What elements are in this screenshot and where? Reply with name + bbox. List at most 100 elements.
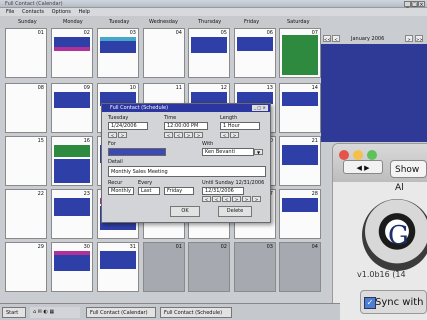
- day-cell[interactable]: 09: [51, 83, 93, 133]
- with-select[interactable]: Ken Bevanti: [202, 148, 254, 156]
- mini-next-year-button[interactable]: >>: [415, 35, 423, 42]
- detail-field[interactable]: Monthly Sales Meeting: [108, 166, 266, 177]
- menu-contacts[interactable]: Contacts: [22, 9, 44, 15]
- back-forward-button[interactable]: ◀ ▶: [343, 160, 383, 174]
- event-block[interactable]: [100, 41, 136, 53]
- day-cell[interactable]: 21: [279, 136, 321, 186]
- event-block[interactable]: [54, 37, 90, 47]
- day-number: 09: [83, 85, 90, 91]
- event-block[interactable]: [191, 37, 227, 53]
- event-block[interactable]: [282, 92, 318, 106]
- day-cell[interactable]: 29: [5, 242, 47, 292]
- quick-launch-icons[interactable]: ⌂ ✉ ◐ ▦: [30, 307, 80, 318]
- event-block[interactable]: [54, 255, 90, 271]
- day-cell[interactable]: 23: [51, 189, 93, 239]
- date-next-button[interactable]: >: [118, 132, 127, 138]
- day-cell[interactable]: 28: [279, 189, 321, 239]
- until-nav-5[interactable]: >: [242, 196, 251, 202]
- event-block[interactable]: [54, 92, 90, 108]
- day-cell[interactable]: 02: [188, 242, 230, 292]
- until-nav-3[interactable]: <: [222, 196, 231, 202]
- every-select[interactable]: Last: [138, 187, 160, 195]
- event-block[interactable]: [54, 145, 90, 157]
- day-cell[interactable]: 03: [234, 242, 276, 292]
- mini-next-button[interactable]: >: [405, 35, 413, 42]
- day-number: 03: [266, 244, 273, 250]
- date-field[interactable]: 1/24/2006: [108, 122, 148, 130]
- day-number: 22: [37, 191, 44, 197]
- day-header: Sunday Monday Tuesday Wednesday Thursday…: [0, 16, 320, 28]
- task-schedule-button[interactable]: Full Contact (Schedule): [160, 307, 232, 318]
- with-label: With: [202, 141, 214, 147]
- start-button[interactable]: Start: [2, 307, 26, 318]
- day-cell[interactable]: 31: [97, 242, 139, 292]
- ok-button[interactable]: OK: [170, 206, 200, 217]
- close-light-icon[interactable]: [339, 150, 349, 160]
- menu-options[interactable]: Options: [52, 9, 71, 15]
- day-cell[interactable]: 06: [234, 28, 276, 78]
- length-inc-button[interactable]: >: [230, 132, 239, 138]
- until-field[interactable]: 12/31/2006: [202, 187, 244, 195]
- maximize-button[interactable]: □: [411, 1, 418, 8]
- window-titlebar: Full Contact (Calendar) _ □ ×: [0, 0, 427, 8]
- day-cell[interactable]: 14: [279, 83, 321, 133]
- time-spin-3[interactable]: >: [184, 132, 193, 138]
- day-cell[interactable]: 02: [51, 28, 93, 78]
- day-cell[interactable]: 08: [5, 83, 47, 133]
- until-nav-6[interactable]: >: [252, 196, 261, 202]
- recur-select[interactable]: Monthly: [108, 187, 134, 195]
- dialog-window-buttons[interactable]: _ □ ×: [252, 105, 268, 111]
- until-nav-1[interactable]: <: [202, 196, 211, 202]
- day-cell[interactable]: 01: [5, 28, 47, 78]
- minimize-button[interactable]: _: [404, 1, 411, 8]
- day-cell[interactable]: 30: [51, 242, 93, 292]
- day-cell[interactable]: 03: [97, 28, 139, 78]
- mini-calendar[interactable]: [321, 34, 427, 142]
- length-dec-button[interactable]: <: [220, 132, 229, 138]
- day-cell[interactable]: 01: [143, 242, 185, 292]
- day-cell[interactable]: 04: [279, 242, 321, 292]
- day-cell[interactable]: 15: [5, 136, 47, 186]
- day-cell[interactable]: 22: [5, 189, 47, 239]
- day-select[interactable]: Friday: [164, 187, 194, 195]
- taskbar: Start ⌂ ✉ ◐ ▦ Full Contact (Calendar) Fu…: [0, 303, 340, 320]
- day-cell[interactable]: 16: [51, 136, 93, 186]
- day-cell[interactable]: 04: [143, 28, 185, 78]
- day-thursday: Thursday: [198, 19, 222, 25]
- time-spin-4[interactable]: >: [194, 132, 203, 138]
- date-prev-button[interactable]: <: [108, 132, 117, 138]
- event-block[interactable]: [54, 198, 90, 216]
- delete-button[interactable]: Delete: [218, 206, 252, 217]
- mini-prev-button[interactable]: <: [332, 35, 340, 42]
- time-field[interactable]: 12:00:00 PM: [164, 122, 208, 130]
- menu-file[interactable]: File: [6, 9, 14, 15]
- event-block[interactable]: [100, 251, 136, 269]
- until-nav-2[interactable]: <: [212, 196, 221, 202]
- until-nav-4[interactable]: >: [232, 196, 241, 202]
- event-block[interactable]: [282, 145, 318, 165]
- menu-help[interactable]: Help: [79, 9, 90, 15]
- event-block[interactable]: [54, 47, 90, 51]
- with-dropdown-arrow-icon[interactable]: ▼: [254, 149, 263, 155]
- dialog-title: Full Contact (Schedule): [110, 105, 169, 111]
- minimize-light-icon[interactable]: [353, 150, 363, 160]
- sync-checkbox[interactable]: ✓ Sync with: [360, 290, 427, 314]
- mini-prev-year-button[interactable]: <<: [323, 35, 331, 42]
- day-tuesday: Tuesday: [109, 19, 130, 25]
- time-spin-1[interactable]: <: [164, 132, 173, 138]
- time-spin-2[interactable]: <: [174, 132, 183, 138]
- event-block[interactable]: [282, 198, 318, 212]
- day-cell[interactable]: 05: [188, 28, 230, 78]
- close-button[interactable]: ×: [418, 1, 425, 8]
- zoom-light-icon[interactable]: [367, 150, 377, 160]
- show-all-button[interactable]: Show Al: [390, 160, 427, 193]
- day-number: 30: [83, 244, 90, 250]
- event-block[interactable]: [282, 35, 318, 75]
- for-select[interactable]: [108, 148, 166, 156]
- length-field[interactable]: 1 Hour: [220, 122, 260, 130]
- task-calendar-button[interactable]: Full Contact (Calendar): [86, 307, 156, 318]
- day-cell[interactable]: 07: [279, 28, 321, 78]
- checkbox-checked-icon[interactable]: ✓: [364, 297, 376, 309]
- event-block[interactable]: [237, 37, 273, 51]
- event-block[interactable]: [54, 159, 90, 183]
